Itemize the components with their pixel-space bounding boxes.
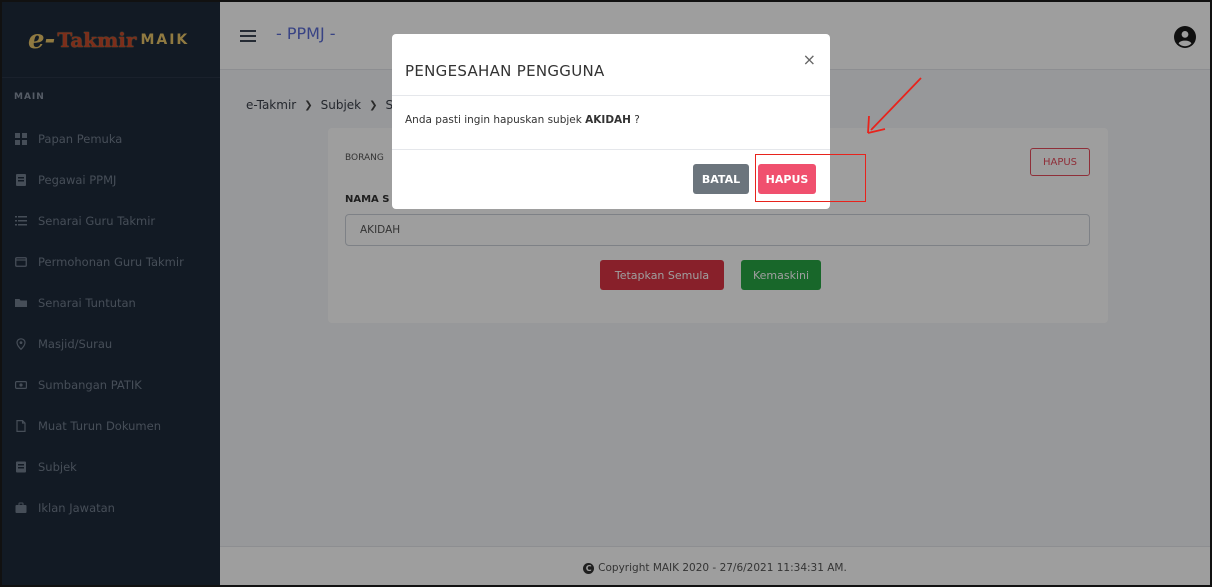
close-icon[interactable]: × [803, 50, 816, 69]
annotation-highlight-box [755, 154, 866, 202]
app-window: e- Takmir MAIK MAIN Papan Pemuka Pegawai… [0, 0, 1212, 587]
annotation-arrow-icon [867, 77, 922, 134]
modal-message-prefix: Anda pasti ingin hapuskan subjek [405, 114, 586, 126]
modal-body: Anda pasti ingin hapuskan subjek AKIDAH … [392, 96, 830, 150]
modal-message-subject: AKIDAH [585, 114, 631, 126]
modal-title: PENGESAHAN PENGGUNA [405, 62, 605, 80]
modal-header: PENGESAHAN PENGGUNA × [392, 34, 830, 96]
cancel-button[interactable]: BATAL [693, 164, 749, 194]
modal-message-suffix: ? [630, 114, 640, 126]
